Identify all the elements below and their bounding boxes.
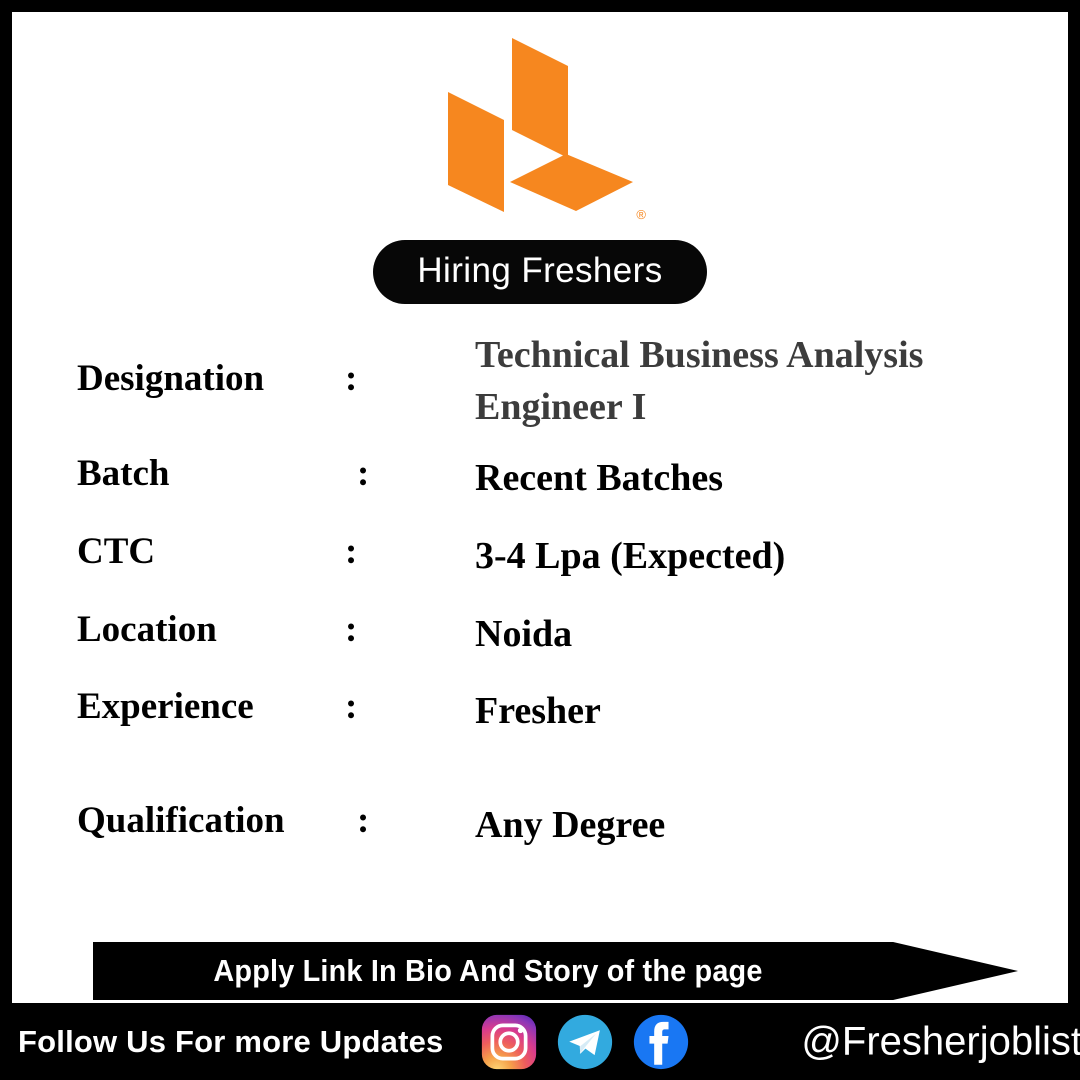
apply-link-banner[interactable]: Apply Link In Bio And Story of the page bbox=[93, 942, 1018, 1000]
location-value: Noida bbox=[475, 612, 573, 655]
experience-colon: : bbox=[345, 686, 358, 728]
trademark-mark: ® bbox=[636, 207, 646, 222]
batch-value: Recent Batches bbox=[475, 457, 723, 500]
poster-card: ® Hiring Freshers Designation : Technica… bbox=[12, 12, 1068, 1003]
facebook-icon[interactable] bbox=[633, 1014, 689, 1070]
instagram-icon[interactable] bbox=[481, 1014, 537, 1070]
experience-value: Fresher bbox=[475, 690, 601, 733]
account-handle: @Fresherjoblist bbox=[801, 1019, 1080, 1063]
company-logo-area: ® bbox=[12, 30, 1068, 230]
experience-label: Experience bbox=[77, 686, 254, 728]
location-colon: : bbox=[345, 608, 358, 650]
detail-row-experience: Experience : Fresher bbox=[77, 686, 1057, 738]
job-post-poster: ® Hiring Freshers Designation : Technica… bbox=[0, 0, 1080, 1080]
qualification-value: Any Degree bbox=[475, 804, 666, 847]
location-label: Location bbox=[77, 608, 217, 650]
designation-value: Technical Business Analysis Engineer I bbox=[475, 334, 924, 428]
hiring-freshers-badge: Hiring Freshers bbox=[373, 240, 707, 304]
ctc-colon: : bbox=[345, 531, 358, 573]
batch-label: Batch bbox=[77, 453, 170, 495]
detail-row-designation: Designation : Technical Business Analysi… bbox=[77, 330, 1057, 433]
ctc-label: CTC bbox=[77, 531, 156, 573]
designation-colon: : bbox=[345, 358, 358, 399]
detail-row-batch: Batch : Recent Batches bbox=[77, 453, 1057, 505]
detail-row-location: Location : Noida bbox=[77, 609, 1057, 661]
ctc-value: 3-4 Lpa (Expected) bbox=[475, 535, 786, 578]
job-details-list: Designation : Technical Business Analysi… bbox=[77, 330, 1057, 852]
apply-link-banner-text: Apply Link In Bio And Story of the page bbox=[213, 953, 763, 988]
designation-label: Designation bbox=[77, 358, 265, 399]
orange-cube-logo-icon: ® bbox=[440, 30, 646, 222]
hiring-badge-area: Hiring Freshers bbox=[12, 240, 1068, 304]
telegram-icon[interactable] bbox=[557, 1014, 613, 1070]
qualification-label: Qualification bbox=[77, 800, 285, 842]
social-icons-group bbox=[481, 1014, 689, 1070]
footer-bar: Follow Us For more Updates @Fresherjobli… bbox=[0, 1003, 1080, 1080]
detail-row-ctc: CTC : 3-4 Lpa (Expected) bbox=[77, 531, 1057, 583]
batch-colon: : bbox=[357, 453, 370, 495]
qualification-colon: : bbox=[357, 800, 370, 842]
follow-us-text: Follow Us For more Updates bbox=[18, 1023, 444, 1059]
detail-row-qualification: Qualification : Any Degree bbox=[77, 800, 1057, 852]
